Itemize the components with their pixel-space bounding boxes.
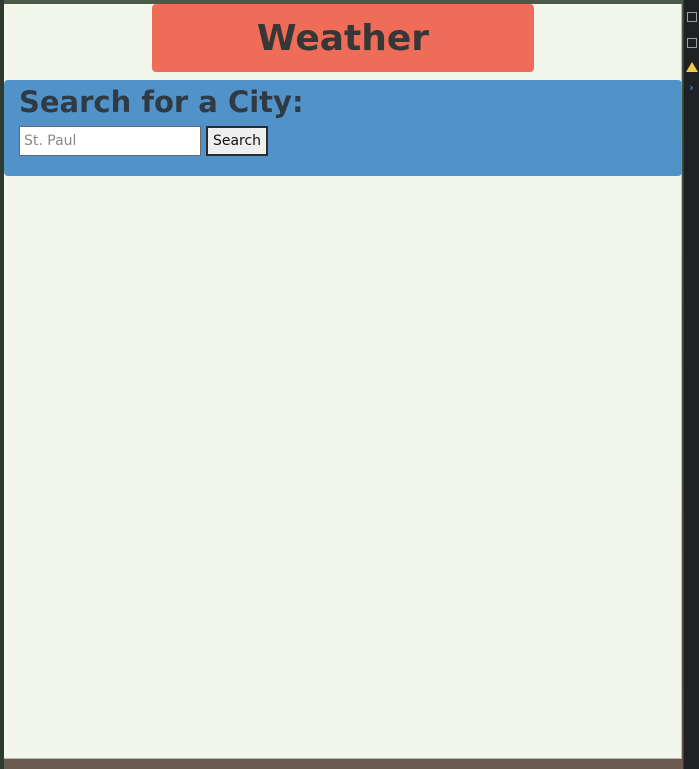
devtools-panel: ›	[683, 0, 699, 769]
search-heading: Search for a City:	[19, 85, 304, 119]
city-search-input[interactable]	[19, 126, 201, 156]
browser-viewport: Weather Dashboard Search for a City: Sea…	[4, 4, 682, 759]
console-prompt-icon[interactable]: ›	[688, 82, 695, 93]
page-title: Weather Dashboard	[152, 4, 534, 129]
search-panel: Search for a City: Search	[4, 80, 682, 176]
panel-icon[interactable]	[687, 12, 697, 22]
layout-icon[interactable]	[687, 38, 697, 48]
search-button[interactable]: Search	[206, 126, 268, 156]
warning-icon[interactable]	[686, 62, 698, 72]
